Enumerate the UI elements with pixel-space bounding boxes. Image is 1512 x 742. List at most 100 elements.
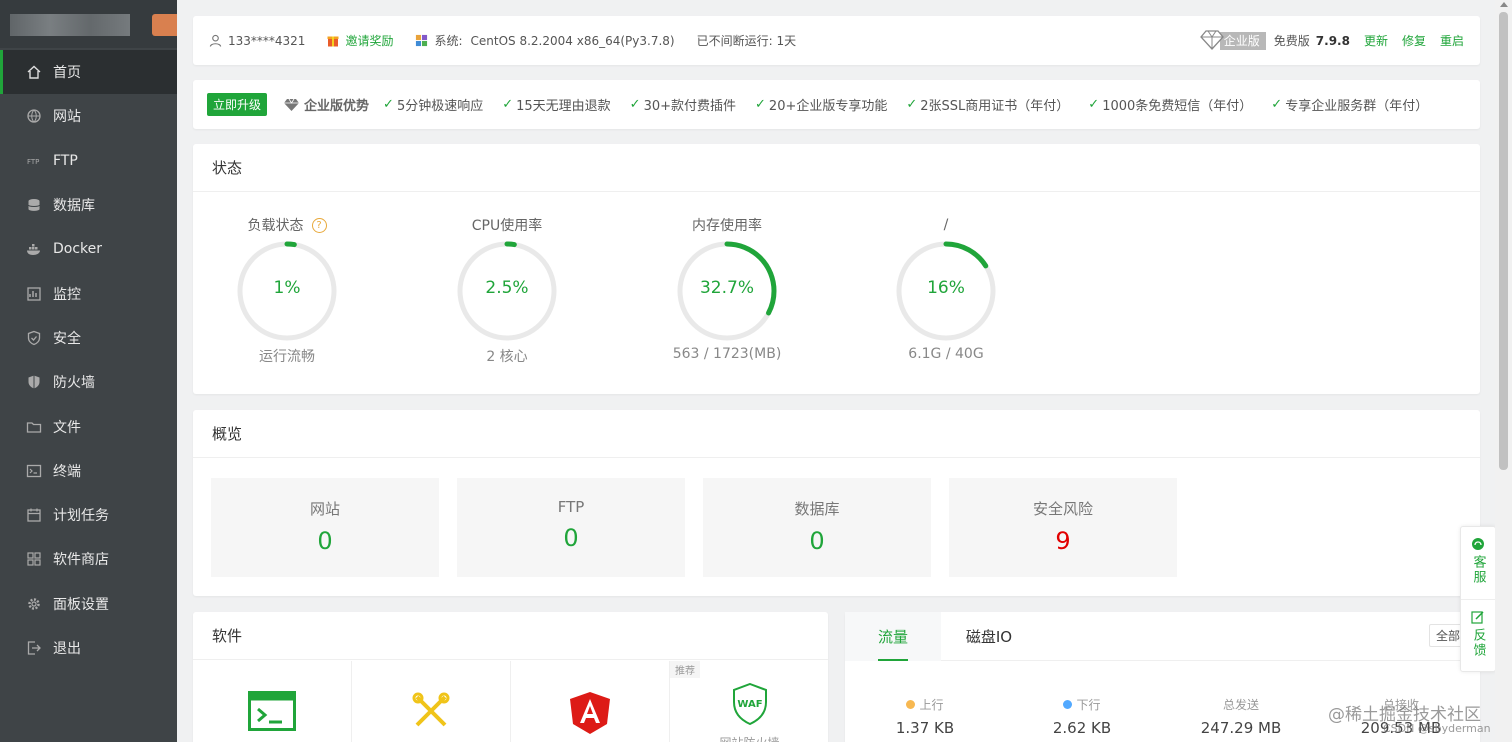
software-item[interactable] xyxy=(193,661,352,742)
repair-link[interactable]: 修复 xyxy=(1402,32,1426,49)
top-info-bar: 133****4321 邀请奖励 系统: CentOS 8.2.2004 x86… xyxy=(193,16,1480,65)
svg-text:WAF: WAF xyxy=(737,699,762,710)
software-item[interactable] xyxy=(511,661,670,742)
uptime: 已不间断运行: 1天 xyxy=(697,32,797,49)
overview-label: 安全风险 xyxy=(1032,500,1093,518)
sidebar-item-cron[interactable]: 计划任务 xyxy=(0,493,177,537)
uptime-text: 已不间断运行: 1天 xyxy=(696,34,797,48)
overview-security-risk[interactable]: 安全风险 9 xyxy=(949,478,1177,577)
edit-icon xyxy=(1471,611,1484,624)
shield-check-icon xyxy=(26,330,42,346)
sidebar-item-label: 软件商店 xyxy=(53,552,109,569)
traffic-stat-label: 总发送 xyxy=(1222,698,1259,712)
sidebar-item-terminal[interactable]: 终端 xyxy=(0,449,177,493)
gauge-subtitle: 运行流畅 xyxy=(259,349,315,365)
help-icon[interactable]: ? xyxy=(311,217,327,233)
sidebar-item-label: 防火墙 xyxy=(53,375,95,392)
status-panel: 状态 负载状态? 1% 运行流畅 CPU使用率 2.5% 2 核心 内存使用率 … xyxy=(193,144,1480,394)
promo-feature-label: 5分钟极速响应 xyxy=(396,99,484,114)
sidebar-item-firewall[interactable]: 防火墙 xyxy=(0,360,177,404)
sidebar-item-label: 安全 xyxy=(53,330,81,347)
sidebar-item-label: 计划任务 xyxy=(53,508,109,525)
overview-ftp[interactable]: FTP 0 xyxy=(457,478,685,577)
terminal-icon xyxy=(26,463,42,479)
sidebar-item-ftp[interactable]: FTP FTP xyxy=(0,139,177,183)
traffic-download: 下行 2.62 KB xyxy=(1012,696,1152,737)
waf-label: 网站防火墙 xyxy=(670,734,829,742)
vertical-scrollbar[interactable] xyxy=(1495,0,1512,742)
overview-websites[interactable]: 网站 0 xyxy=(211,478,439,577)
version-area: 企业版 免费版 7.9.8 更新 修复 重启 xyxy=(1199,29,1464,50)
traffic-stat-value: 1.37 KB xyxy=(895,719,955,737)
software-item[interactable] xyxy=(352,661,511,742)
globe-icon xyxy=(26,108,42,124)
customer-service-label: 客服 xyxy=(1470,555,1486,585)
docker-icon xyxy=(26,241,42,257)
sidebar-item-website[interactable]: 网站 xyxy=(0,94,177,138)
overview-databases[interactable]: 数据库 0 xyxy=(703,478,931,577)
sidebar-item-security[interactable]: 安全 xyxy=(0,316,177,360)
customer-service-button[interactable]: 客服 xyxy=(1461,527,1495,599)
feedback-button[interactable]: 反馈 xyxy=(1461,599,1495,671)
upload-dot-icon xyxy=(906,700,916,709)
database-icon xyxy=(26,197,42,213)
load-gauge[interactable]: 负载状态? 1% 运行流畅 xyxy=(187,214,387,366)
sidebar-item-home[interactable]: 首页 xyxy=(0,50,177,95)
overview-value: 9 xyxy=(1055,527,1071,555)
sidebar-item-label: 数据库 xyxy=(53,198,95,215)
check-icon: ✓ xyxy=(1271,97,1283,112)
sidebar-item-files[interactable]: 文件 xyxy=(0,404,177,448)
gauge-title-row: 负载状态? xyxy=(187,214,387,236)
sidebar-item-monitor[interactable]: 监控 xyxy=(0,271,177,315)
sidebar-item-label: 网站 xyxy=(53,109,81,126)
promo-feature: ✓ 2张SSL商用证书（年付） xyxy=(906,95,1069,114)
sidebar-item-logout[interactable]: 退出 xyxy=(0,626,177,670)
sidebar-item-label: 文件 xyxy=(53,419,81,436)
sidebar-item-docker[interactable]: Docker xyxy=(0,227,177,271)
restart-link[interactable]: 重启 xyxy=(1440,32,1464,49)
gauge-value: 1% xyxy=(273,278,301,298)
sidebar-item-label: 终端 xyxy=(53,463,81,480)
tab-traffic[interactable]: 流量 xyxy=(845,611,941,661)
system-label: 系统: xyxy=(434,34,463,48)
enterprise-promo-bar: 立即升级 企业版优势 ✓ 5分钟极速响应 ✓ 15天无理由退款 ✓ 30+款付费插件 … xyxy=(193,80,1480,129)
invite-reward-link[interactable]: 邀请奖励 xyxy=(327,32,393,49)
sidebar-item-settings[interactable]: 面板设置 xyxy=(0,582,177,626)
gauge-value: 2.5% xyxy=(485,278,529,298)
gauge-value: 16% xyxy=(927,278,965,298)
tools-icon xyxy=(412,692,450,727)
check-icon: ✓ xyxy=(755,97,766,112)
scrollbar-thumb[interactable] xyxy=(1499,12,1508,470)
calendar-icon xyxy=(26,507,42,523)
logo-blurred-text xyxy=(10,14,130,36)
cpu-gauge[interactable]: CPU使用率 2.5% 2 核心 xyxy=(407,214,607,366)
software-title: 软件 xyxy=(193,612,828,660)
sidebar-item-database[interactable]: 数据库 xyxy=(0,183,177,227)
system-icon xyxy=(416,34,428,47)
software-item-waf[interactable]: 推荐 WAF 网站防火墙 xyxy=(670,661,829,742)
gauge-title: 负载状态 xyxy=(247,218,304,234)
sidebar-item-store[interactable]: 软件商店 xyxy=(0,537,177,581)
enterprise-badge[interactable]: 企业版 xyxy=(1199,29,1266,50)
disk-gauge[interactable]: / 16% 6.1G / 40G xyxy=(846,214,1046,362)
diamond-icon xyxy=(284,98,300,111)
monitor-icon xyxy=(26,286,42,302)
promo-feature-label: 30+款付费插件 xyxy=(643,99,737,114)
recommend-tag: 推荐 xyxy=(670,661,700,678)
promo-feature-label: 2张SSL商用证书（年付） xyxy=(920,99,1070,114)
update-link[interactable]: 更新 xyxy=(1364,32,1388,49)
check-icon: ✓ xyxy=(906,97,918,112)
scroll-up-arrow-icon[interactable] xyxy=(1500,2,1508,7)
promo-feature-label: 20+企业版专享功能 xyxy=(768,99,888,114)
svg-text:FTP: FTP xyxy=(27,158,39,166)
user-account[interactable]: 133****4321 xyxy=(209,34,305,48)
upgrade-now-button[interactable]: 立即升级 xyxy=(207,93,268,116)
logout-icon xyxy=(26,640,42,656)
overview-title: 概览 xyxy=(193,410,1480,458)
tab-disk-io[interactable]: 磁盘IO xyxy=(941,612,1037,661)
memory-gauge[interactable]: 内存使用率 32.7% 563 / 1723(MB) xyxy=(627,214,827,362)
status-title: 状态 xyxy=(193,144,1480,192)
download-dot-icon xyxy=(1063,700,1073,709)
traffic-stat-label: 上行 xyxy=(919,698,944,712)
enterprise-advantage-label: 企业版优势 xyxy=(304,99,370,114)
